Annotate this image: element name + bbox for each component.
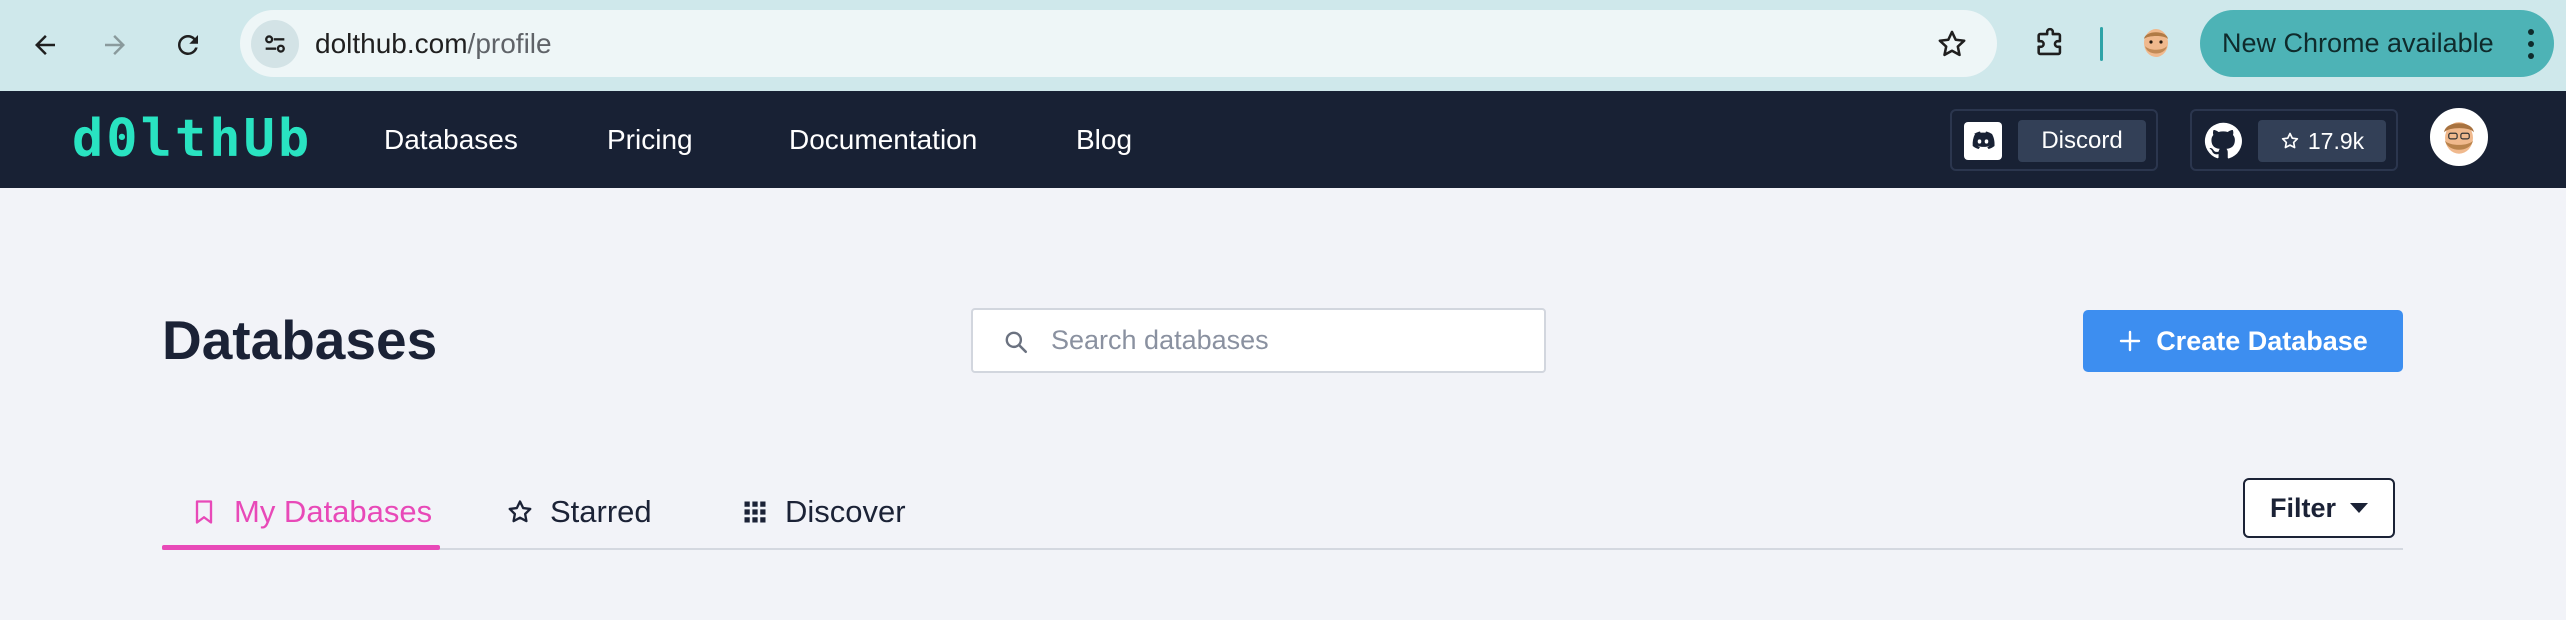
user-avatar-icon[interactable] [2430,108,2488,166]
caret-down-icon [2350,503,2368,513]
star-icon [2281,132,2299,149]
github-button[interactable]: 17.9k [2190,109,2398,171]
tab-label: Starred [550,494,652,529]
filter-dropdown[interactable]: Filter [2243,478,2395,538]
discord-button[interactable]: Discord [1950,109,2158,171]
extensions-icon [2037,27,2062,56]
star-icon [508,500,532,523]
database-search[interactable] [971,308,1546,373]
back-arrow-icon [35,35,55,55]
nav-documentation[interactable]: Documentation [789,91,977,188]
grid-icon [744,501,766,523]
url-text[interactable]: dolthub.com/profile [315,10,552,77]
forward-button[interactable] [90,20,140,70]
search-icon [1005,331,1028,354]
address-bar[interactable]: dolthub.com/profile [240,10,1997,77]
forward-arrow-icon [105,35,125,55]
more-menu-icon[interactable] [2528,29,2534,59]
github-icon [2204,122,2242,159]
create-database-button[interactable]: Create Database [2083,310,2403,372]
tab-label: My Databases [234,494,433,529]
tabs-divider [162,548,2403,550]
url-path: /profile [467,28,552,59]
tab-my-databases[interactable]: My Databases [162,474,440,550]
create-database-label: Create Database [2156,325,2368,356]
nav-databases[interactable]: Databases [384,91,518,188]
discord-icon [1964,122,2002,160]
toolbar-divider [2100,27,2103,61]
tab-discover[interactable]: Discover [741,474,906,550]
url-host: dolthub.com [315,28,468,59]
chrome-update-button[interactable]: New Chrome available [2200,10,2554,77]
filter-label: Filter [2269,492,2336,523]
site-settings-button[interactable] [251,20,299,68]
tab-label: Discover [785,494,906,529]
nav-pricing[interactable]: Pricing [607,91,693,188]
bookmark-star-icon[interactable] [1935,27,1969,61]
profile-avatar-icon[interactable] [2134,21,2178,65]
dolthub-logo[interactable]: d0lthUb [72,111,312,167]
browser-toolbar: dolthub.com/profile New Chrome available [0,0,2566,91]
active-tab-indicator [162,545,440,550]
site-settings-icon [265,35,285,53]
back-button[interactable] [20,20,70,70]
bookmark-icon [195,500,213,524]
github-stars-count: 17.9k [2307,128,2365,154]
page-title: Databases [162,309,438,371]
search-input[interactable] [1051,310,1531,371]
extensions-button[interactable] [2028,22,2072,66]
reload-icon [178,34,198,55]
plus-icon [2119,330,2141,352]
nav-blog[interactable]: Blog [1076,91,1132,188]
discord-label: Discord [2018,120,2146,162]
github-stars: 17.9k [2258,120,2386,162]
update-label: New Chrome available [2222,28,2494,58]
reload-button[interactable] [163,20,213,70]
site-navbar: d0lthUb Databases Pricing Documentation … [0,91,2566,188]
tab-starred[interactable]: Starred [506,474,652,550]
